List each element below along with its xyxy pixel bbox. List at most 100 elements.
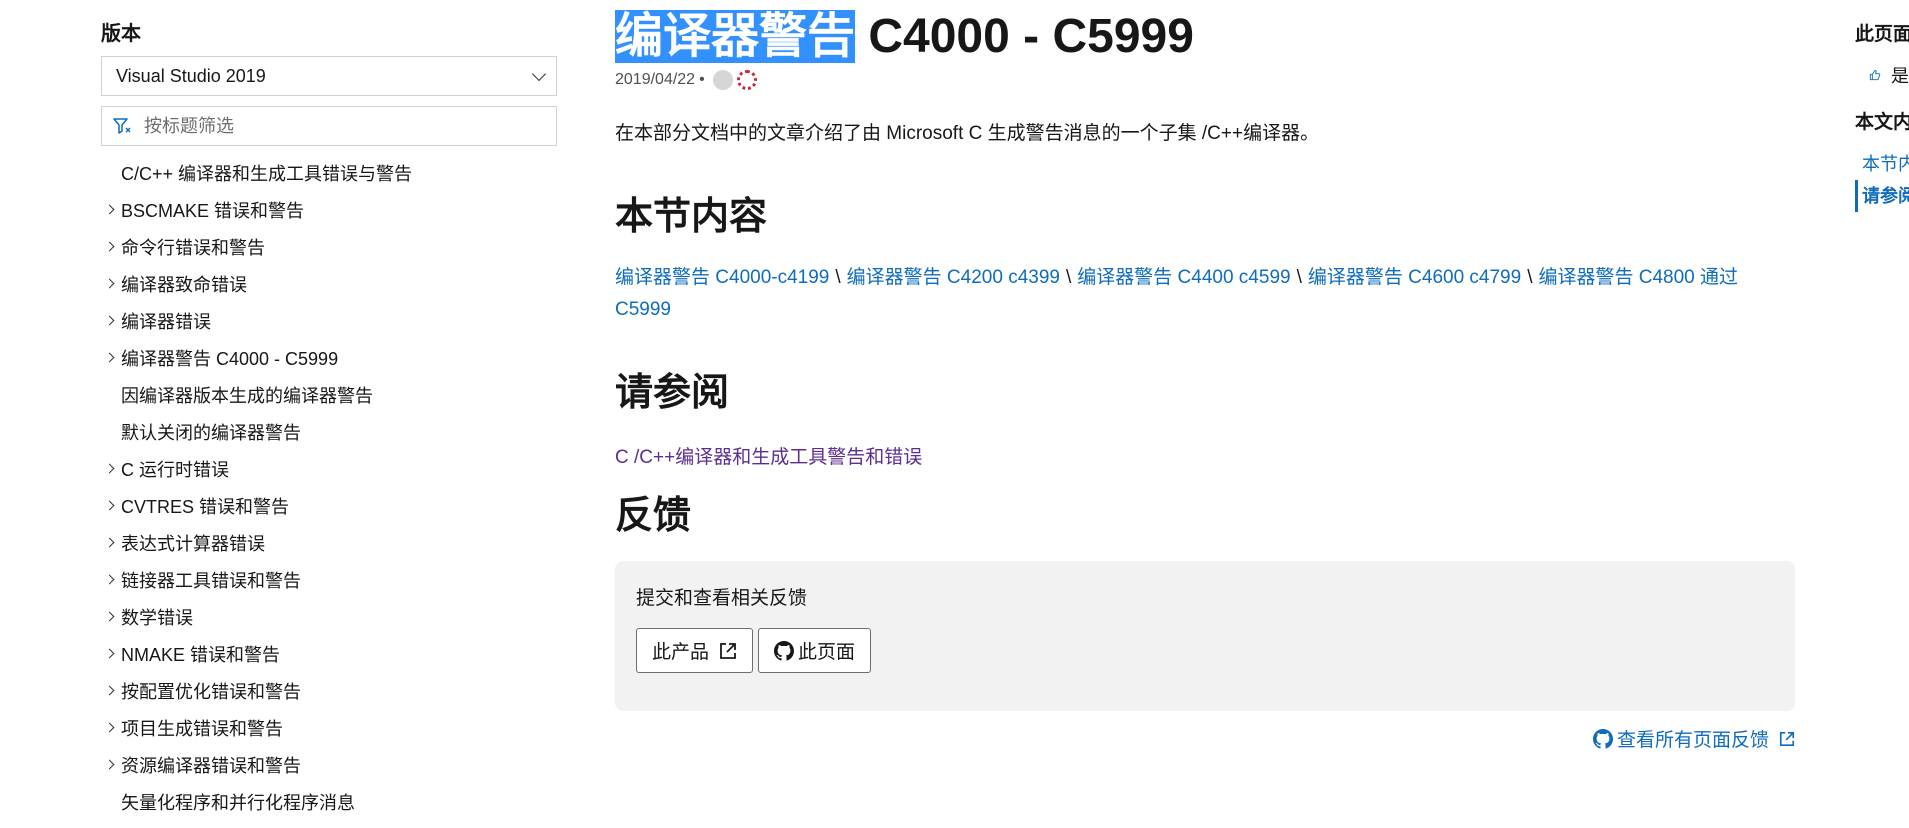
toc-item-label: C/C++ 编译器和生成工具错误与警告: [121, 163, 413, 184]
right-rail-toc-item[interactable]: 本节内容: [1855, 148, 1909, 180]
toc-item[interactable]: 项目生成错误和警告: [101, 709, 557, 746]
toc-item-label: BSCMAKE 错误和警告: [121, 200, 305, 221]
chevron-right-icon: [101, 204, 121, 215]
contributor-avatar[interactable]: [736, 70, 757, 90]
helpful-yes-label: 是: [1891, 66, 1909, 86]
toc-item-label: 项目生成错误和警告: [121, 718, 283, 739]
toc-item-label: 矢量化程序和并行化程序消息: [121, 792, 355, 813]
feedback-buttons: 此产品 此页面: [636, 628, 1774, 673]
right-rail: 此页面 是 本文内容 本节内容 请参阅: [1855, 22, 1909, 212]
right-rail-page-heading: 此页面: [1855, 24, 1909, 45]
toc-item[interactable]: NMAKE 错误和警告: [101, 635, 557, 672]
toc-item-label: 编译器致命错误: [121, 274, 247, 295]
toc-item-label: C 运行时错误: [121, 459, 229, 480]
chevron-right-icon: [101, 759, 121, 770]
chevron-down-icon: [531, 66, 547, 81]
toc-item-label: 资源编译器错误和警告: [121, 755, 301, 776]
version-selected-value: Visual Studio 2019: [116, 65, 266, 86]
toc-item-label: 默认关闭的编译器警告: [121, 422, 301, 443]
toc-item[interactable]: 默认关闭的编译器警告: [101, 413, 557, 450]
feedback-page-button[interactable]: 此页面: [758, 628, 872, 673]
section-link[interactable]: 编译器警告 C4200 c4399: [847, 267, 1060, 288]
version-label: 版本: [101, 23, 141, 45]
github-icon: [774, 640, 795, 661]
section-heading-see-also: 请参阅: [615, 372, 730, 414]
section-heading-feedback: 反馈: [615, 495, 692, 537]
helpful-yes-button[interactable]: 是: [1855, 62, 1909, 88]
view-all-feedback-link[interactable]: 查看所有页面反馈: [615, 725, 1795, 752]
toc-item[interactable]: 资源编译器错误和警告: [101, 746, 557, 783]
filter-box: [101, 106, 557, 146]
toc-item[interactable]: 编译器警告 C4000 - C5999: [101, 339, 557, 376]
feedback-panel: 提交和查看相关反馈 此产品 此页面: [615, 561, 1795, 711]
toc-item-label: 链接器工具错误和警告: [121, 570, 301, 591]
filter-input[interactable]: [142, 114, 546, 138]
chevron-right-icon: [101, 685, 121, 696]
toc-item-label: 命令行错误和警告: [121, 237, 265, 258]
toc-item[interactable]: CVTRES 错误和警告: [101, 487, 557, 524]
toc-item-label: CVTRES 错误和警告: [121, 496, 290, 517]
section-link[interactable]: 编译器警告 C4400 c4599: [1077, 267, 1290, 288]
right-rail-toc-item-active[interactable]: 请参阅: [1855, 180, 1909, 212]
feedback-product-button[interactable]: 此产品: [636, 628, 754, 673]
toc-item[interactable]: 编译器致命错误: [101, 265, 557, 302]
feedback-product-label: 此产品: [652, 642, 710, 663]
link-separator: \: [1065, 267, 1072, 288]
feedback-page-label: 此页面: [798, 642, 856, 663]
chevron-right-icon: [101, 500, 121, 511]
toc-item-label: NMAKE 错误和警告: [121, 644, 281, 665]
see-also-link[interactable]: C /C++编译器和生成工具警告和错误: [615, 442, 1795, 469]
section-link[interactable]: 编译器警告 C4000-c4199: [615, 267, 829, 288]
toc-item-label: 表达式计算器错误: [121, 533, 265, 554]
feedback-text: 提交和查看相关反馈: [636, 588, 808, 609]
chevron-right-icon: [101, 648, 121, 659]
toc-item[interactable]: 编译器错误: [101, 302, 557, 339]
toc-item[interactable]: 命令行错误和警告: [101, 228, 557, 265]
chevron-right-icon: [101, 352, 121, 363]
external-link-icon: [720, 642, 736, 659]
chevron-right-icon: [101, 574, 121, 585]
filter-icon: [113, 118, 131, 134]
section-link[interactable]: 编译器警告 C4600 c4799: [1308, 267, 1521, 288]
link-separator: \: [1527, 267, 1533, 288]
meta-separator: •: [699, 71, 705, 88]
toc-item[interactable]: C/C++ 编译器和生成工具错误与警告: [101, 154, 557, 191]
chevron-right-icon: [101, 611, 121, 622]
article-metadata: 2019/04/22 •: [615, 70, 1795, 90]
toc-item-label: 数学错误: [121, 607, 193, 628]
view-all-feedback-label: 查看所有页面反馈: [1616, 730, 1769, 751]
toc-item[interactable]: 矢量化程序和并行化程序消息: [101, 783, 557, 820]
link-separator: \: [835, 267, 841, 288]
toc-list: C/C++ 编译器和生成工具错误与警告 BSCMAKE 错误和警告 命令行错误和…: [101, 154, 557, 820]
toc-item[interactable]: 数学错误: [101, 598, 557, 635]
article-date: 2019/04/22: [615, 71, 696, 88]
toc-item-label: 因编译器版本生成的编译器警告: [121, 385, 373, 406]
right-rail-toc: 本节内容 请参阅: [1855, 148, 1909, 212]
chevron-right-icon: [101, 722, 121, 733]
right-rail-toc-heading: 本文内容: [1855, 112, 1909, 133]
toc-item[interactable]: BSCMAKE 错误和警告: [101, 191, 557, 228]
title-selected-text: 编译器警告: [615, 10, 856, 63]
toc-item-label: 编译器警告 C4000 - C5999: [121, 348, 339, 369]
chevron-right-icon: [101, 241, 121, 252]
section-heading-contents: 本节内容: [615, 196, 768, 238]
toc-item-label: 按配置优化错误和警告: [121, 681, 301, 702]
toc-item[interactable]: C 运行时错误: [101, 450, 557, 487]
title-rest: C4000 - C5999: [855, 10, 1194, 63]
toc-item[interactable]: 因编译器版本生成的编译器警告: [101, 376, 557, 413]
version-select[interactable]: Visual Studio 2019: [101, 56, 557, 96]
intro-paragraph: 在本部分文档中的文章介绍了由 Microsoft C 生成警告消息的一个子集 /…: [615, 123, 1320, 144]
github-icon: [1592, 728, 1613, 749]
chevron-right-icon: [101, 278, 121, 289]
toc-item[interactable]: 链接器工具错误和警告: [101, 561, 557, 598]
external-link-icon: [1779, 731, 1795, 746]
link-separator: \: [1296, 267, 1302, 288]
toc-item[interactable]: 表达式计算器错误: [101, 524, 557, 561]
section-links: 编译器警告 C4000-c4199 \ 编译器警告 C4200 c4399 \ 编译器警…: [615, 262, 1795, 326]
left-navigation: 版本 Visual Studio 2019 C/C++ 编译器和生成工具错误与警…: [101, 20, 557, 820]
toc-item[interactable]: 按配置优化错误和警告: [101, 672, 557, 709]
page-title: 编译器警告 C4000 - C5999: [615, 6, 1795, 68]
contributor-avatar[interactable]: [712, 70, 733, 90]
main-content: 编译器警告 C4000 - C5999 2019/04/22 • 在本部分文档中…: [615, 0, 1795, 752]
chevron-right-icon: [101, 537, 121, 548]
